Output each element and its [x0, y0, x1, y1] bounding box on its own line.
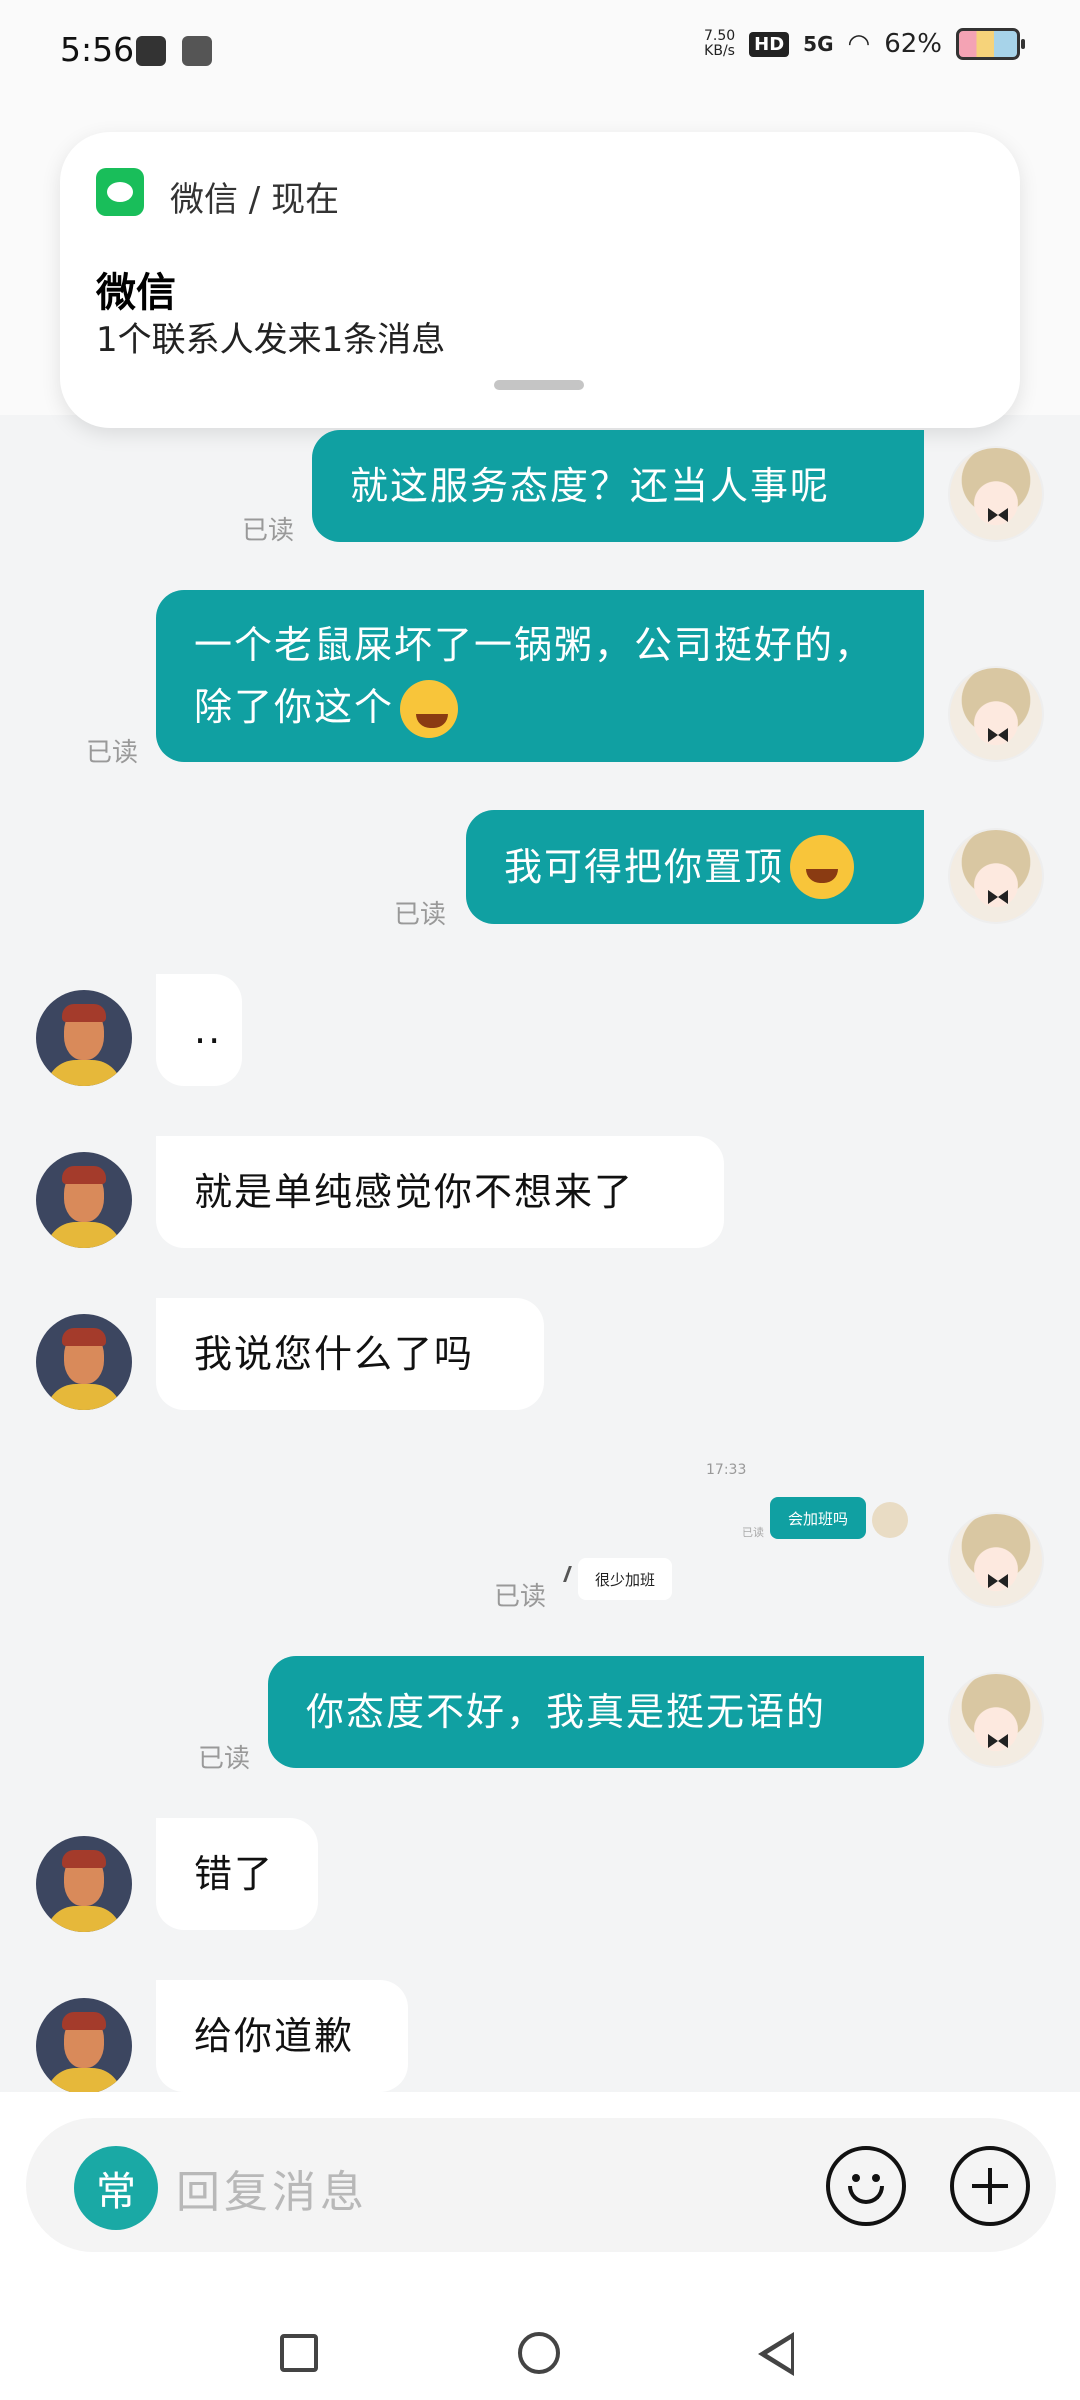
grinning-emoji-icon — [790, 835, 855, 899]
image-divider — [563, 1566, 572, 1582]
reply-input[interactable]: 常 回复消息 — [26, 2118, 1056, 2252]
reply-placeholder: 回复消息 — [176, 2167, 368, 2218]
message-bubble-theirs[interactable]: .. — [156, 974, 242, 1086]
message-text: 一个老鼠屎坏了一锅粥，公司挺好的，除了你这个 — [194, 614, 886, 739]
battery-icon — [956, 28, 1025, 60]
message-text: 就这服务态度？还当人事呢 — [350, 464, 831, 508]
message-text: 我可得把你置顶 — [504, 845, 785, 889]
status-right: 7.50 KB/s HD 5G ◠ 62% — [704, 28, 1025, 60]
message-bubble-mine[interactable]: 我可得把你置顶 — [466, 810, 924, 924]
input-bar: 常 回复消息 — [0, 2092, 1080, 2292]
message-text: 我说您什么了吗 — [194, 1332, 475, 1376]
notification-app-line: 微信 / 现在 — [170, 180, 340, 220]
image-bubble-mine: 会加班吗 — [770, 1497, 866, 1539]
read-receipt: 已读 — [198, 1744, 251, 1774]
quick-reply-button[interactable]: 常 — [74, 2146, 158, 2230]
message-bubble-theirs[interactable]: 我说您什么了吗 — [156, 1298, 544, 1410]
notification-banner[interactable]: 微信 / 现在 微信 1个联系人发来1条消息 — [60, 132, 1020, 428]
message-text: 就是单纯感觉你不想来了 — [194, 1170, 635, 1214]
message-text-content: 一个老鼠屎坏了一锅粥，公司挺好的，除了你这个 — [194, 622, 875, 729]
wechat-icon — [96, 168, 144, 216]
message-bubble-theirs[interactable]: 给你道歉 — [156, 1980, 408, 2092]
notification-body: 1个联系人发来1条消息 — [96, 320, 446, 360]
signal-icon: 5G — [803, 32, 834, 56]
read-receipt: 已读 — [86, 738, 139, 768]
my-avatar[interactable] — [948, 828, 1044, 924]
wifi-icon: ◠ — [847, 29, 871, 59]
recents-icon[interactable] — [280, 2334, 318, 2372]
hd-badge: HD — [749, 31, 790, 57]
contact-avatar[interactable] — [36, 1998, 132, 2094]
back-icon[interactable] — [758, 2332, 794, 2376]
network-speed-value: 7.50 — [703, 28, 736, 44]
status-time: 5:56 — [60, 30, 135, 69]
system-nav-bar — [0, 2292, 1080, 2400]
image-bubble-theirs: 很少加班 — [578, 1558, 672, 1600]
wechat-status-icon — [136, 36, 166, 66]
read-receipt: 已读 — [394, 900, 447, 930]
status-bar: 5:56 7.50 KB/s HD 5G ◠ 62% — [0, 0, 1080, 105]
app-status-icon — [182, 36, 212, 66]
message-bubble-theirs[interactable]: 错了 — [156, 1818, 318, 1930]
contact-avatar[interactable] — [36, 1152, 132, 1248]
message-text: .. — [194, 1008, 223, 1052]
message-bubble-mine[interactable]: 一个老鼠屎坏了一锅粥，公司挺好的，除了你这个 — [156, 590, 924, 762]
contact-avatar[interactable] — [36, 1836, 132, 1932]
emoji-icon[interactable] — [826, 2146, 906, 2226]
image-avatar — [872, 1502, 908, 1538]
contact-avatar[interactable] — [36, 1314, 132, 1410]
network-speed-unit: KB/s — [704, 43, 735, 59]
network-speed: 7.50 KB/s — [704, 29, 735, 59]
battery-percent: 62% — [884, 29, 942, 59]
read-receipt: 已读 — [494, 1582, 547, 1612]
read-receipt: 已读 — [242, 516, 295, 546]
contact-avatar[interactable] — [36, 990, 132, 1086]
my-avatar[interactable] — [948, 1672, 1044, 1768]
crying-laughing-emoji-icon — [400, 680, 459, 739]
my-avatar[interactable] — [948, 1512, 1044, 1608]
notification-title: 微信 — [96, 270, 176, 316]
my-avatar[interactable] — [948, 446, 1044, 542]
message-text: 给你道歉 — [194, 2014, 355, 2058]
message-text: 错了 — [194, 1852, 275, 1896]
notification-handle[interactable] — [494, 380, 584, 390]
image-timestamp: 17:33 — [706, 1462, 747, 1478]
my-avatar[interactable] — [948, 666, 1044, 762]
chat-screen: 5:56 7.50 KB/s HD 5G ◠ 62% 微信 / 现在 微信 1个… — [0, 0, 1080, 2400]
message-bubble-mine[interactable]: 你态度不好，我真是挺无语的 — [268, 1656, 924, 1768]
plus-icon[interactable] — [950, 2146, 1030, 2226]
image-read-receipt: 已读 — [742, 1526, 764, 1539]
home-icon[interactable] — [518, 2332, 560, 2374]
message-text: 你态度不好，我真是挺无语的 — [306, 1690, 827, 1734]
message-bubble-theirs[interactable]: 就是单纯感觉你不想来了 — [156, 1136, 724, 1248]
message-bubble-mine[interactable]: 就这服务态度？还当人事呢 — [312, 430, 924, 542]
